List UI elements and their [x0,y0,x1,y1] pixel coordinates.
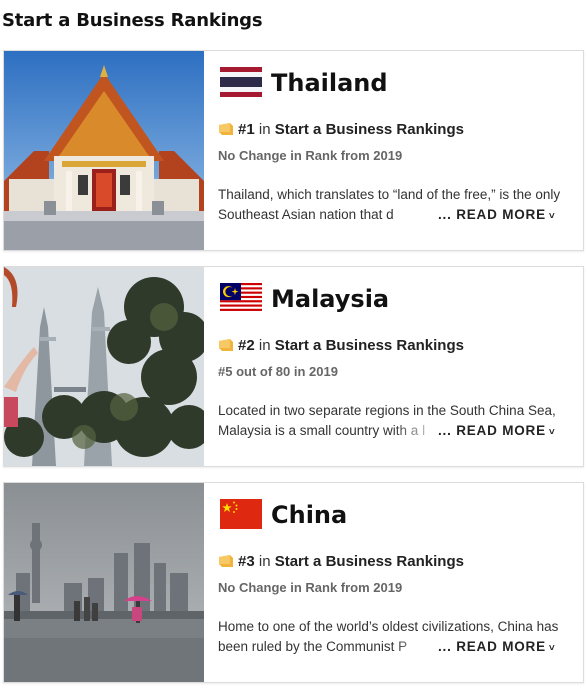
rank-line: #2 in Start a Business Rankings [218,337,464,356]
country-name: Thailand [271,69,388,97]
ribbon-icon [218,338,234,356]
malaysia-towers-photo[interactable] [4,267,204,466]
rank-number: #2 [238,337,255,354]
ranking-link[interactable]: Start a Business Rankings [275,553,464,570]
chevron-down-icon: ˅ [548,427,556,438]
ribbon-icon [218,122,234,140]
rank-number: #1 [238,121,255,138]
rank-line: #1 in Start a Business Rankings [218,121,464,140]
rank-change: #5 out of 80 in 2019 [218,364,338,379]
ranking-card-china[interactable]: China #3 in Start a Business Rankings No… [3,482,584,683]
ranking-card-malaysia[interactable]: Malaysia #2 in Start a Business Rankings… [3,266,584,467]
chevron-down-icon: ˅ [548,211,556,222]
thailand-flag-icon [220,67,262,97]
china-flag-icon [220,499,262,529]
china-skyline-photo[interactable] [4,483,204,682]
rank-in-text: in [258,337,271,354]
country-name: China [271,501,348,529]
rank-change: No Change in Rank from 2019 [218,580,403,595]
ranking-card-thailand[interactable]: Thailand #1 in Start a Business Rankings… [3,50,584,251]
country-name: Malaysia [271,285,390,313]
ranking-link[interactable]: Start a Business Rankings [275,337,464,354]
read-more-label: ... READ MORE [438,423,546,438]
read-more-button[interactable]: ... READ MORE ˅ [434,637,556,657]
rank-in-text: in [258,553,271,570]
chevron-down-icon: ˅ [548,643,556,654]
ribbon-icon [218,554,234,572]
read-more-button[interactable]: ... READ MORE ˅ [434,421,556,441]
rank-line: #3 in Start a Business Rankings [218,553,464,572]
ranking-link[interactable]: Start a Business Rankings [275,121,464,138]
rank-in-text: in [258,121,271,138]
page-title: Start a Business Rankings [2,10,263,31]
rank-number: #3 [238,553,255,570]
read-more-button[interactable]: ... READ MORE ˅ [434,205,556,225]
malaysia-flag-icon [220,283,262,313]
read-more-label: ... READ MORE [438,207,546,222]
thailand-temple-photo[interactable] [4,51,204,250]
rank-change: No Change in Rank from 2019 [218,148,403,163]
read-more-label: ... READ MORE [438,639,546,654]
